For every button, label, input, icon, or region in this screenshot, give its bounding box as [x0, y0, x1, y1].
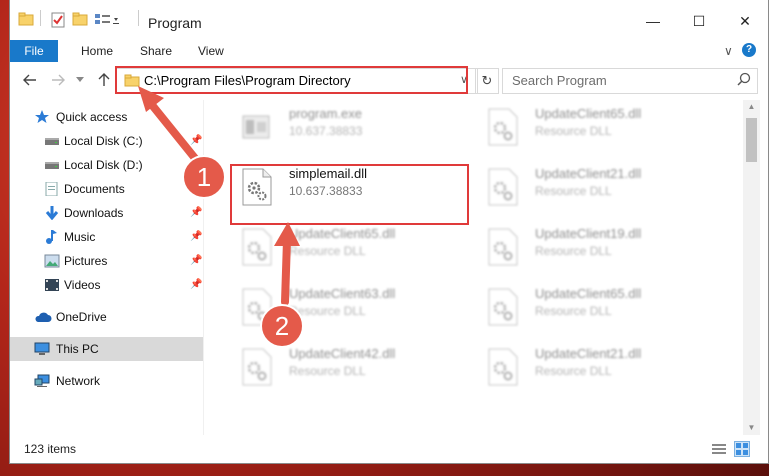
arrow-step-2 — [274, 222, 300, 306]
step-badge-1: 1 — [182, 155, 226, 199]
arrow-step-1 — [138, 86, 202, 166]
step-badge-2: 2 — [260, 304, 304, 348]
annotation-arrows — [138, 86, 300, 306]
